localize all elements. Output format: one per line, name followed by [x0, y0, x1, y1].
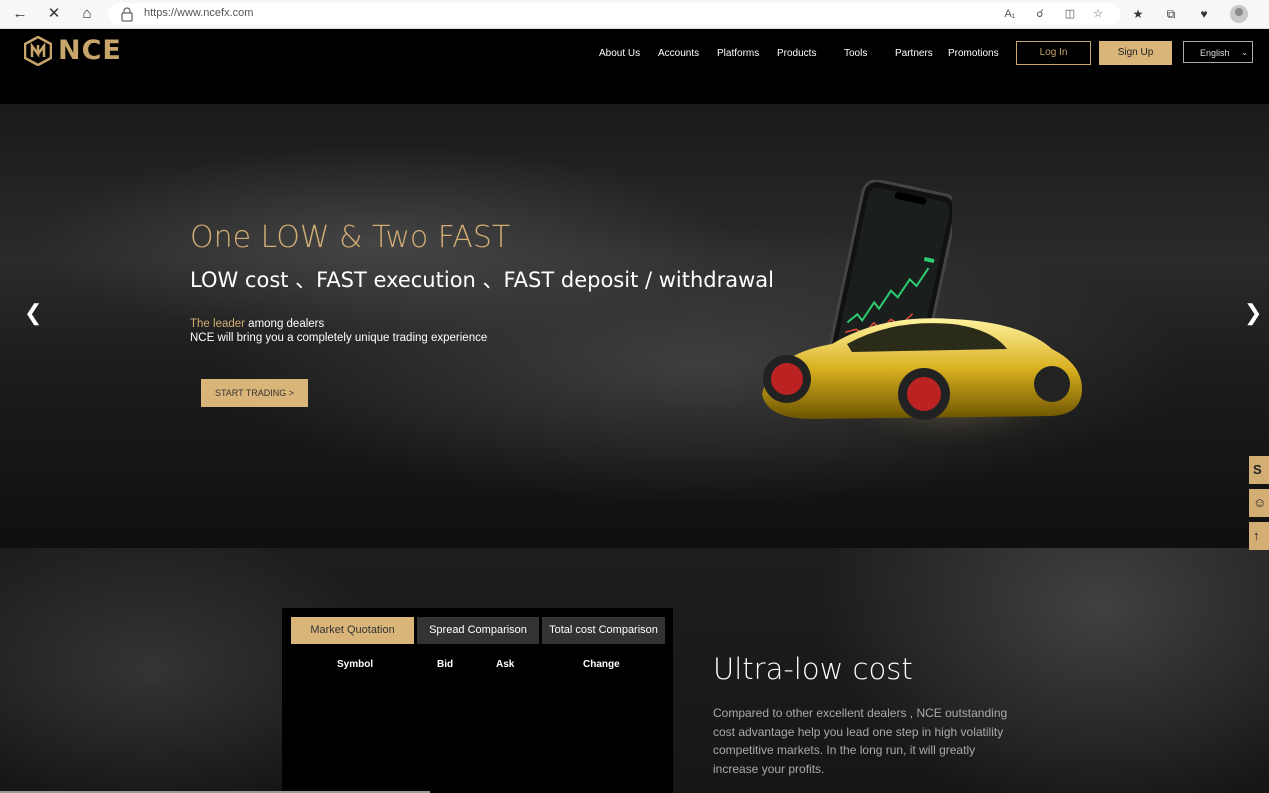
tab-market-quotation[interactable]: Market Quotation — [291, 617, 414, 644]
lock-icon[interactable] — [120, 6, 134, 22]
column-bid: Bid — [437, 659, 454, 670]
hero-banner: ❮ ❯ One LOW & Two FAST LOW cost 、FAST ex… — [0, 104, 1269, 548]
collections-icon[interactable]: ⧉ — [1162, 5, 1180, 23]
hero-title: One LOW & Two FAST — [190, 220, 511, 255]
hero-description: NCE will bring you a completely unique t… — [190, 332, 488, 344]
nav-platforms[interactable]: Platforms — [717, 48, 759, 59]
customer-service-icon[interactable]: ☺ — [1249, 489, 1269, 517]
nav-accounts[interactable]: Accounts — [658, 48, 699, 59]
nav-partners[interactable]: Partners — [895, 48, 933, 59]
main-nav: About Us Accounts Platforms Products Too… — [0, 48, 1000, 62]
hero-subtitle: LOW cost 、FAST execution 、FAST deposit /… — [190, 268, 775, 292]
extensions-icon[interactable]: ♥ — [1195, 5, 1213, 23]
start-trading-button[interactable]: START TRADING > — [201, 379, 308, 407]
site-header: NCE About Us Accounts Platforms Products… — [0, 29, 1269, 104]
next-slide-arrow-icon[interactable]: ❯ — [1244, 300, 1262, 326]
language-value: English — [1200, 48, 1230, 58]
column-symbol: Symbol — [337, 659, 374, 670]
chevron-down-icon: ⌄ — [1241, 48, 1248, 57]
url-text[interactable]: https://www.ncefx.com — [144, 7, 253, 19]
cost-title: Ultra-low cost — [713, 652, 913, 686]
hero-tagline-highlight: The leader — [190, 318, 245, 330]
zoom-icon[interactable]: ☌ — [1032, 6, 1048, 22]
favorite-icon[interactable]: ☆ — [1090, 6, 1106, 22]
quote-panel: Market Quotation Spread Comparison Total… — [282, 608, 673, 793]
hero-tagline: The leader among dealers — [190, 318, 324, 330]
split-screen-icon[interactable]: ◫ — [1062, 6, 1078, 22]
tab-spread-comparison[interactable]: Spread Comparison — [417, 617, 539, 644]
column-change: Change — [583, 659, 620, 670]
browser-toolbar: ← ✕ ⌂ https://www.ncefx.com A₁ ☌ ◫ ☆ ★ ⧉… — [0, 0, 1269, 29]
language-select[interactable]: English ⌄ — [1183, 41, 1253, 63]
cost-description: Compared to other excellent dealers , NC… — [713, 706, 1008, 776]
signup-button[interactable]: Sign Up — [1099, 41, 1172, 65]
back-to-top-icon[interactable]: ↑ — [1249, 522, 1269, 550]
nav-about-us[interactable]: About Us — [599, 48, 640, 59]
nav-products[interactable]: Products — [777, 48, 816, 59]
back-icon[interactable]: ← — [10, 4, 30, 24]
skype-icon[interactable]: S — [1249, 456, 1269, 484]
home-icon[interactable]: ⌂ — [77, 4, 97, 24]
profile-icon[interactable] — [1230, 5, 1248, 23]
nav-promotions[interactable]: Promotions — [948, 48, 999, 59]
column-ask: Ask — [496, 659, 515, 670]
address-bar[interactable]: https://www.ncefx.com A₁ ☌ ◫ ☆ — [108, 3, 1120, 25]
hero-tagline-rest: among dealers — [244, 318, 325, 330]
stop-icon[interactable]: ✕ — [44, 4, 64, 24]
read-aloud-icon[interactable]: A₁ — [1002, 6, 1018, 22]
nav-tools[interactable]: Tools — [844, 48, 867, 59]
prev-slide-arrow-icon[interactable]: ❮ — [24, 300, 42, 326]
gold-car-illustration — [762, 314, 1092, 454]
cost-section: Market Quotation Spread Comparison Total… — [0, 548, 1269, 793]
favorites-icon[interactable]: ★ — [1129, 5, 1147, 23]
login-button[interactable]: Log In — [1016, 41, 1091, 65]
tab-total-cost-comparison[interactable]: Total cost Comparison — [542, 617, 665, 644]
